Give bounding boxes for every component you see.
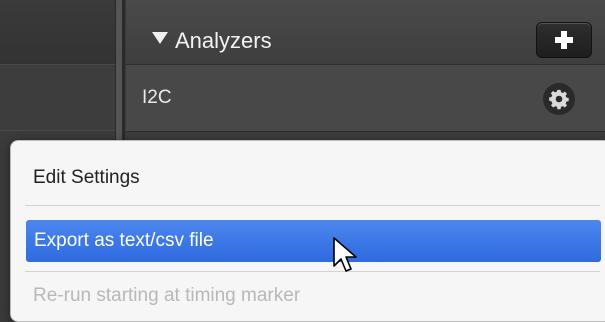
menu-divider	[25, 205, 600, 206]
analyzer-name: I2C	[142, 87, 172, 108]
add-analyzer-button[interactable]	[536, 22, 592, 58]
context-menu: Edit Settings Export as text/csv file Re…	[10, 140, 605, 322]
menu-item-export-csv[interactable]: Export as text/csv file	[26, 220, 601, 262]
collapse-triangle-icon[interactable]	[152, 32, 168, 44]
menu-item-label: Export as text/csv file	[34, 230, 214, 251]
analyzers-header[interactable]: Analyzers	[126, 0, 605, 65]
menu-item-edit-settings[interactable]: Edit Settings	[33, 167, 140, 189]
analyzer-settings-button[interactable]	[543, 83, 575, 115]
mouse-pointer-icon	[333, 237, 357, 272]
menu-divider	[25, 271, 600, 272]
gear-icon	[549, 89, 569, 110]
left-panel-row	[0, 66, 115, 131]
analyzer-row-i2c[interactable]: I2C	[126, 65, 605, 132]
analyzers-title: Analyzers	[175, 28, 272, 53]
left-panel-header	[0, 0, 115, 65]
menu-item-rerun-timing-marker: Re-run starting at timing marker	[33, 285, 301, 306]
